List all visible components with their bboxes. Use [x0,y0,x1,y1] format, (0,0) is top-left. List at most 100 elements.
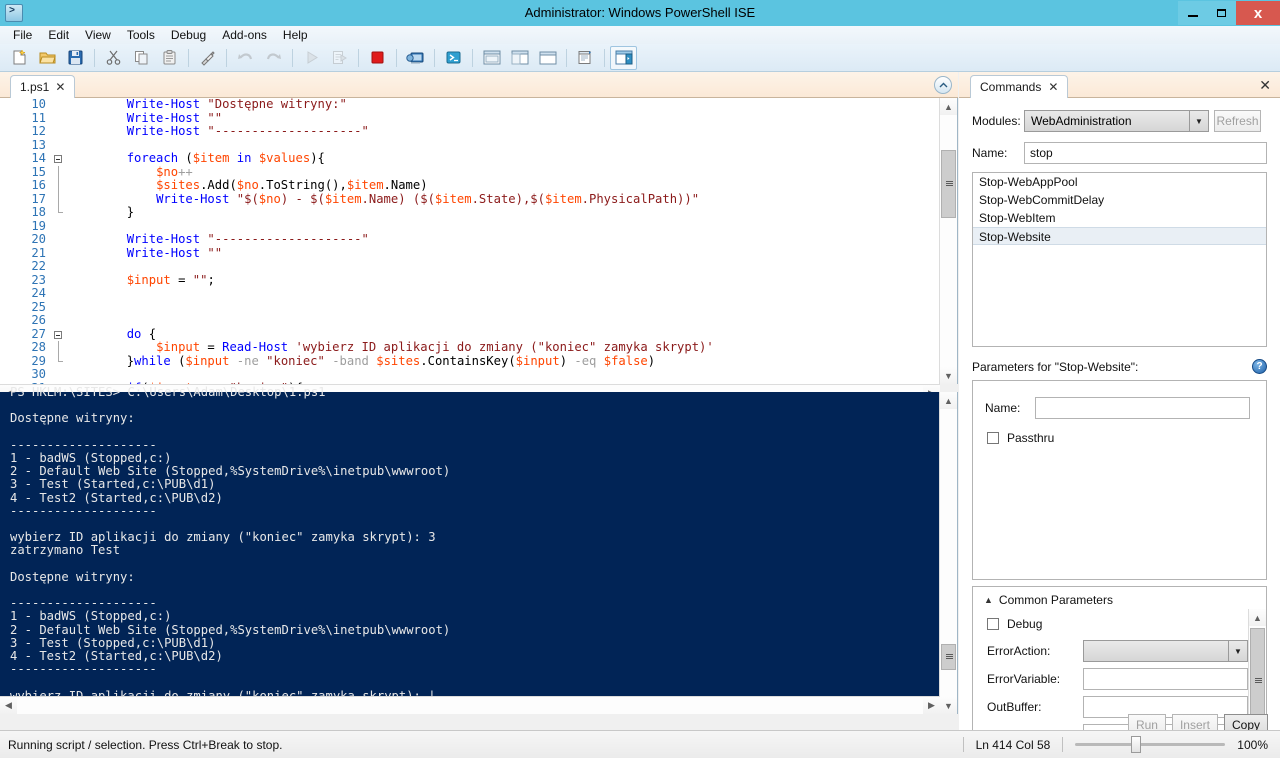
show-script-pane-icon[interactable] [572,46,599,70]
script-editor-surface[interactable]: 10 Write-Host "Dostępne witryny:" 11 Writ… [0,98,939,384]
scroll-down-icon[interactable]: ▼ [940,367,957,384]
param-name-label: Name: [985,401,1021,415]
script-tab-1ps1[interactable]: 1.ps1 ✕ [10,75,76,98]
commands-pane: Commands ✕ ✕ Modules: WebAdministration … [959,72,1280,758]
param-name-input[interactable] [1035,397,1250,419]
line-number: 12 [31,124,46,138]
minimize-button[interactable] [1178,1,1207,25]
open-script-icon[interactable] [34,46,61,70]
erroraction-label: ErrorAction: [987,644,1051,658]
command-list-item[interactable]: Stop-WebAppPool [973,173,1266,191]
scrollbar-thumb[interactable] [941,150,956,218]
commands-pane-body: Modules: WebAdministration ▼ Refresh Nam… [959,98,1280,758]
layout-maximized-icon[interactable] [534,46,561,70]
console-pane[interactable]: PS HKLM:\SITES> C:\Users\Adam\Desktop\1.… [0,386,958,714]
menu-item-debug[interactable]: Debug [163,27,214,44]
scroll-up-icon[interactable]: ▲ [940,392,957,409]
command-list-item[interactable]: Stop-WebCommitDelay [973,191,1266,209]
scroll-down-icon[interactable]: ▼ [940,697,957,714]
parameters-header: Parameters for "Stop-Website": [972,359,1139,374]
help-icon[interactable]: ? [1252,359,1267,374]
console-horizontal-scrollbar[interactable]: ◀ ▶ [0,696,940,714]
scroll-up-icon[interactable]: ▲ [940,98,957,115]
zoom-slider-thumb[interactable] [1131,736,1142,753]
console-line: Dostępne witryny: [10,569,135,584]
layout-right-icon[interactable] [506,46,533,70]
close-commands-pane-icon[interactable]: ✕ [1259,77,1271,94]
zoom-slider[interactable] [1075,736,1226,753]
menu-item-view[interactable]: View [77,27,119,44]
layout-top-icon[interactable] [478,46,505,70]
scroll-right-icon[interactable]: ▶ [923,697,940,714]
command-list[interactable]: Stop-WebAppPool Stop-WebCommitDelay Stop-W… [972,172,1267,347]
scroll-left-icon[interactable]: ◀ [0,697,17,714]
param-passthru-row[interactable]: Passthru [987,431,1266,445]
command-name-value: stop [1030,146,1053,160]
chevron-down-icon[interactable]: ▼ [1189,111,1208,131]
commands-tab[interactable]: Commands ✕ [970,75,1069,98]
menu-item-tools[interactable]: Tools [119,27,163,44]
close-icon[interactable]: ✕ [55,81,65,93]
new-script-icon[interactable] [6,46,33,70]
refresh-button[interactable]: Refresh [1214,110,1261,132]
console-vertical-scrollbar[interactable]: ▲ ▼ [939,392,957,714]
copy-icon[interactable] [128,46,155,70]
chevron-up-icon[interactable]: ▲ [984,595,993,605]
console-line: 2 - Default Web Site (Stopped,%SystemDri… [10,622,451,637]
debug-label: Debug [1007,617,1043,631]
modules-select[interactable]: WebAdministration ▼ [1024,110,1209,132]
menu-bar: File Edit View Tools Debug Add-ons Help [0,26,1280,44]
line-number: 23 [31,272,46,287]
code-line: 24 [0,286,939,301]
start-powershell-icon[interactable] [440,46,467,70]
scroll-up-icon[interactable]: ▲ [1249,609,1266,626]
chevron-down-icon[interactable]: ▼ [1228,641,1247,661]
code-text: Write-Host "--------------------" [126,124,369,138]
passthru-checkbox[interactable] [987,432,999,444]
new-remote-tab-icon[interactable] [402,46,429,70]
menu-item-help[interactable]: Help [275,27,316,44]
toolbar-separator [396,48,397,67]
erroraction-select[interactable]: ▼ [1082,640,1248,662]
line-number: 17 [31,191,46,206]
common-parameters-header[interactable]: ▲ Common Parameters [984,593,1266,607]
paste-icon[interactable] [156,46,183,70]
console-line: 1 - badWS (Stopped,c:) [10,609,172,624]
powershell-ise-window: Administrator: Windows PowerShell ISE x … [0,0,1280,758]
toolbar [0,44,1280,72]
stop-operation-icon[interactable] [364,46,391,70]
menu-item-add-ons[interactable]: Add-ons [214,27,275,44]
maximize-button[interactable] [1207,1,1236,25]
status-divider [1062,737,1064,752]
command-list-item[interactable]: Stop-WebItem [973,209,1266,227]
command-name-input[interactable]: stop [1024,142,1267,164]
status-bar: Running script / selection. Press Ctrl+B… [0,730,1280,758]
close-icon[interactable]: ✕ [1048,81,1058,93]
command-list-item[interactable]: Stop-Website [973,227,1266,245]
save-icon[interactable] [62,46,89,70]
scrollbar-thumb[interactable] [941,644,956,670]
chevron-up-icon[interactable] [934,76,952,94]
editor-vertical-scrollbar[interactable]: ▲ ▼ [939,98,957,384]
errorvariable-input[interactable] [1082,668,1248,690]
menu-item-edit[interactable]: Edit [40,27,77,44]
line-col-indicator: Ln 414 Col 58 [975,737,1051,752]
undo-icon [232,46,259,70]
code-line: 26 [0,313,939,328]
code-line: 21 Write-Host "" [0,246,939,261]
code-text: foreach ($item in $values){ [126,151,325,165]
clear-console-icon[interactable] [194,46,221,70]
code-text: Write-Host "" [126,110,223,125]
show-commands-pane-icon[interactable] [610,45,637,70]
cut-icon[interactable] [100,46,127,70]
code-line: 17 Write-Host "$($no) - $($item.Name) ($… [0,191,939,206]
toolbar-separator [358,48,359,67]
powershell-ise-icon [5,4,23,22]
debug-checkbox[interactable] [987,618,999,630]
close-button[interactable]: x [1236,1,1280,25]
menu-item-file[interactable]: File [5,27,40,44]
